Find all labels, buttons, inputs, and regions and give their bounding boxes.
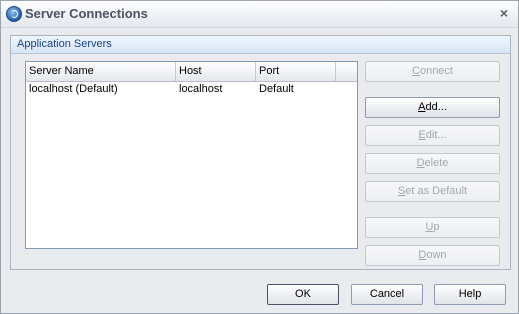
- cell-port: Default: [259, 83, 294, 95]
- column-header-host[interactable]: Host: [176, 62, 256, 81]
- edit-button[interactable]: Edit...: [365, 125, 500, 146]
- column-header-server-name[interactable]: Server Name: [26, 62, 176, 81]
- group-title: Application Servers: [17, 38, 112, 50]
- set-as-default-button[interactable]: Set as Default: [365, 181, 500, 202]
- connect-button[interactable]: Connect: [365, 61, 500, 82]
- title-bar[interactable]: Server Connections ×: [1, 1, 518, 28]
- cancel-button[interactable]: Cancel: [351, 284, 423, 305]
- cell-host: localhost: [179, 83, 223, 95]
- help-button[interactable]: Help: [434, 284, 506, 305]
- close-icon[interactable]: ×: [496, 5, 512, 21]
- column-header-port[interactable]: Port: [256, 62, 336, 81]
- delete-button[interactable]: Delete: [365, 153, 500, 174]
- app-icon: [6, 6, 22, 22]
- server-list[interactable]: Server Name Host Port localhost (Default…: [25, 61, 358, 249]
- ok-button[interactable]: OK: [267, 284, 339, 305]
- list-header: Server Name Host Port: [26, 62, 357, 82]
- table-row[interactable]: localhost (Default) localhost Default: [26, 81, 357, 97]
- up-button[interactable]: Up: [365, 217, 500, 238]
- window-title: Server Connections: [25, 6, 148, 21]
- group-header: Application Servers: [11, 36, 510, 54]
- column-header-filler: [336, 62, 357, 81]
- server-connections-dialog: Server Connections × Application Servers…: [0, 0, 519, 314]
- down-button[interactable]: Down: [365, 245, 500, 266]
- add-button[interactable]: Add...: [365, 97, 500, 118]
- cell-server-name: localhost (Default): [29, 83, 118, 95]
- application-servers-group: Application Servers Server Name Host Por…: [10, 35, 511, 270]
